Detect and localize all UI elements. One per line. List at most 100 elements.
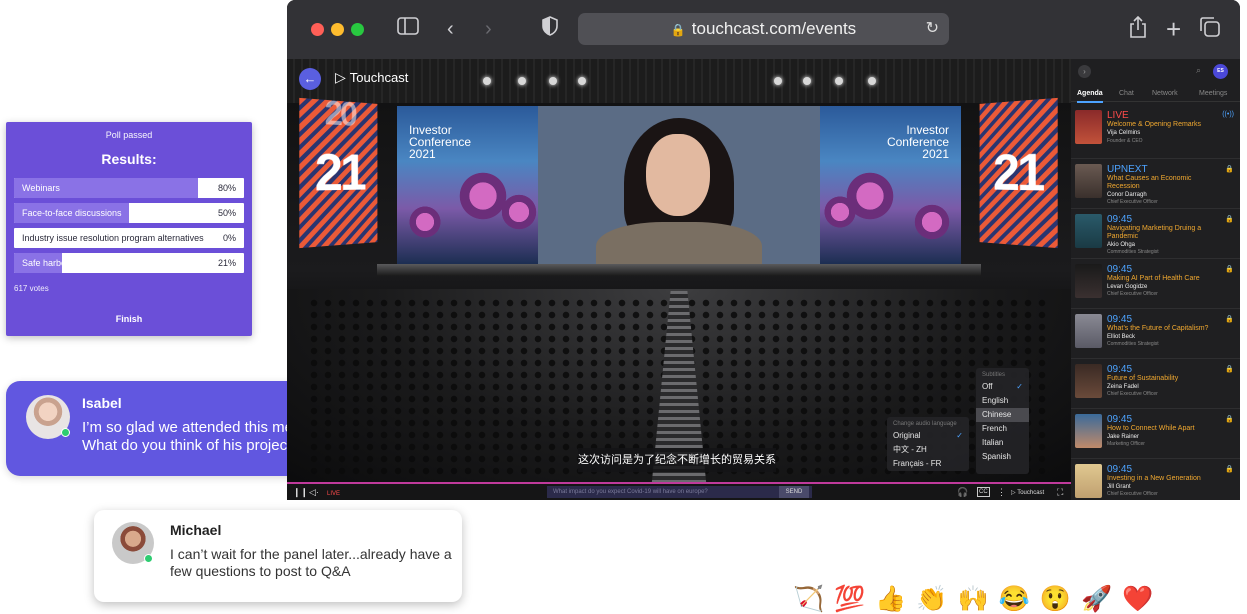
minimize-window-button[interactable] [331, 23, 344, 36]
supertree-graphic [820, 196, 860, 228]
maximize-window-button[interactable] [351, 23, 364, 36]
agenda-item[interactable]: LIVE Welcome & Opening Remarks Vija Celm… [1071, 105, 1240, 159]
agenda-item[interactable]: UPNEXT What Causes an Economic Recession… [1071, 159, 1240, 209]
session-speaker: Akio Ohga [1107, 242, 1136, 248]
subtitle-option-italian[interactable]: Italian [976, 436, 1029, 450]
session-speaker-role: Commodities Strategist [1107, 341, 1159, 347]
fullscreen-icon[interactable]: ⛶ [1057, 485, 1063, 499]
headphones-icon[interactable]: 🎧 [957, 485, 968, 499]
side-screen-year: 21 [992, 143, 1043, 203]
agenda-item[interactable]: 09:45 What’s the Future of Capitalism? E… [1071, 309, 1240, 359]
more-options-icon[interactable]: ⋮ [997, 485, 1006, 499]
player-controls-bar: ❙❙ ◁· LIVE What impact do you expect Cov… [287, 482, 1071, 500]
poll-finish-button[interactable]: Finish [6, 314, 252, 324]
agenda-item[interactable]: 09:45 Navigating Marketing Druing a Pand… [1071, 209, 1240, 259]
subtitle-option-chinese[interactable]: Chinese [976, 408, 1029, 422]
tab-agenda[interactable]: Agenda [1077, 90, 1103, 103]
side-screen-right: 21 [979, 97, 1058, 249]
session-speaker-role: Commodities Strategist [1107, 249, 1159, 255]
ask-question-input[interactable]: What impact do you expect Covid-19 will … [547, 486, 812, 498]
poll-option: Safe harbor elections 21% [14, 253, 244, 273]
audio-option-fr[interactable]: Français - FR [887, 457, 969, 471]
collapse-sidebar-icon[interactable]: › [1078, 65, 1091, 78]
agenda-item[interactable]: 09:45 Making AI Part of Health Care Leva… [1071, 259, 1240, 309]
session-time: 09:45 [1107, 264, 1133, 275]
shield-icon[interactable] [542, 16, 558, 43]
volume-icon[interactable]: ◁· [309, 485, 319, 499]
back-icon[interactable]: ‹ [447, 16, 454, 42]
menu-option-label: Spanish [982, 452, 1011, 461]
sidebar-tabs: Agenda Chat Network Meetings [1071, 90, 1240, 103]
agenda-item[interactable]: 09:45 How to Connect While Apart Jake Ra… [1071, 409, 1240, 459]
address-bar[interactable]: 🔒 touchcast.com/events ↻ [578, 13, 949, 45]
close-window-button[interactable] [311, 23, 324, 36]
spotlight [549, 77, 557, 85]
chat-sender-name: Isabel [82, 395, 122, 411]
tabs-overview-icon[interactable] [1199, 16, 1221, 45]
session-speaker: Conor Darragh [1107, 192, 1147, 198]
speaker-thumbnail [1075, 464, 1102, 498]
lock-icon: 🔒 [1225, 316, 1234, 323]
subtitle-option-off[interactable]: Off ✓ [976, 380, 1029, 394]
tab-chat[interactable]: Chat [1119, 90, 1134, 97]
new-tab-icon[interactable]: + [1166, 16, 1181, 42]
sidebar-toggle-icon[interactable] [397, 16, 419, 42]
clap-reaction[interactable]: 👏 [916, 584, 947, 614]
speaker-thumbnail [1075, 214, 1102, 248]
checkmark-icon: ✓ [1016, 382, 1023, 391]
send-question-button[interactable]: SEND [779, 486, 809, 498]
rocket-reaction[interactable]: 🚀 [1081, 584, 1112, 614]
search-icon[interactable]: ⌕ [1196, 65, 1201, 76]
lock-icon: 🔒 [1225, 366, 1234, 373]
session-title: What’s the Future of Capitalism? [1107, 325, 1209, 332]
poll-option-percent: 50% [217, 208, 236, 218]
agenda-item[interactable]: 09:45 Future of Sustainability Zeina Fad… [1071, 359, 1240, 409]
menu-option-label: 中文 - ZH [893, 445, 927, 454]
pause-icon[interactable]: ❙❙ [293, 485, 308, 499]
thumbs-up-reaction[interactable]: 👍 [875, 584, 906, 614]
poll-option: Face-to-face discussions 50% [14, 203, 244, 223]
event-video-player[interactable]: ← ▷ Touchcast 20 21 21 Investor Conferenc… [287, 59, 1071, 500]
speaker-thumbnail [1075, 364, 1102, 398]
session-title: Investing in a New Generation [1107, 475, 1201, 482]
astonished-reaction[interactable]: 😲 [1040, 584, 1071, 614]
agenda-header: › ⌕ ES [1071, 59, 1240, 85]
share-icon[interactable] [1129, 15, 1147, 45]
spotlight [578, 77, 586, 85]
lock-icon: 🔒 [1225, 216, 1234, 223]
reload-icon[interactable]: ↻ [926, 13, 939, 45]
menu-option-label: Off [982, 382, 993, 391]
subtitle-option-french[interactable]: French [976, 422, 1029, 436]
session-time: 09:45 [1107, 414, 1133, 425]
conference-title-line: 2021 [409, 147, 436, 161]
poll-option-percent: 80% [217, 183, 236, 193]
raised-hands-reaction[interactable]: 🙌 [958, 584, 989, 614]
session-speaker-role: Chief Executive Officer [1107, 291, 1158, 297]
touchcast-logo: ▷ Touchcast [335, 69, 408, 86]
spotlight [483, 77, 491, 85]
session-time: UPNEXT [1107, 164, 1148, 175]
spotlight [774, 77, 782, 85]
back-arrow-icon[interactable]: ← [299, 68, 321, 90]
brand-name: Touchcast [349, 70, 409, 85]
audio-option-original[interactable]: Original ✓ [887, 429, 969, 443]
closed-captions-button[interactable]: CC [977, 487, 990, 497]
session-speaker: Jill Grant [1107, 484, 1131, 490]
subtitle-option-spanish[interactable]: Spanish [976, 450, 1029, 464]
subtitle-option-english[interactable]: English [976, 394, 1029, 408]
user-avatar[interactable]: ES [1213, 64, 1228, 79]
bow-arrow-reaction[interactable]: 🏹 [793, 584, 824, 614]
menu-header: Subtitles [982, 372, 1006, 378]
live-indicator: LIVE [327, 491, 341, 497]
laughing-reaction[interactable]: 😂 [999, 584, 1030, 614]
poll-option: Webinars 80% [14, 178, 244, 198]
audio-option-zh[interactable]: 中文 - ZH [887, 443, 969, 457]
agenda-item[interactable]: 09:45 Investing in a New Generation Jill… [1071, 459, 1240, 500]
tab-meetings[interactable]: Meetings [1199, 90, 1227, 97]
hundred-reaction[interactable]: 💯 [834, 584, 865, 614]
poll-option-label: Face-to-face discussions [22, 208, 122, 218]
tab-network[interactable]: Network [1152, 90, 1178, 97]
poll-heading: Results: [101, 151, 157, 167]
heart-reaction[interactable]: ❤️ [1122, 584, 1153, 614]
forward-icon[interactable]: › [485, 16, 492, 42]
